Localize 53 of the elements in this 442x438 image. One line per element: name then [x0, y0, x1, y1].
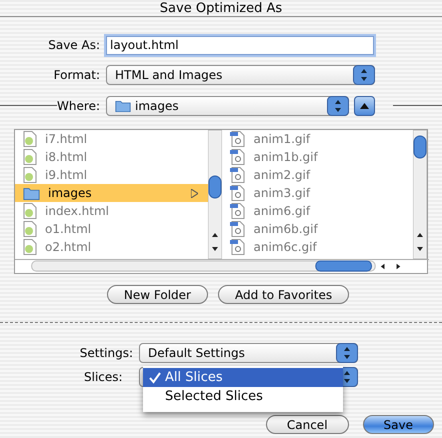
format-label: Format:: [52, 68, 101, 82]
file-item[interactable]: i9.html: [15, 166, 208, 184]
image-document-icon: [230, 203, 246, 219]
stepper-icon: [353, 64, 375, 84]
html-document-icon: [23, 149, 37, 165]
save-as-label: Save As:: [47, 38, 101, 52]
image-document-icon: [230, 149, 246, 165]
where-popup[interactable]: images: [106, 96, 349, 116]
triangle-up-icon: [360, 102, 369, 108]
file-item[interactable]: anim6c.gif: [222, 238, 413, 256]
save-button[interactable]: Save: [362, 415, 434, 434]
html-document-icon: [23, 203, 37, 219]
settings-label: Settings:: [78, 346, 134, 360]
file-item[interactable]: anim1.gif: [222, 130, 413, 148]
folder-icon: [23, 186, 40, 200]
file-item[interactable]: anim3.gif: [222, 184, 413, 202]
html-document-icon: [23, 167, 37, 183]
image-document-icon: [230, 185, 246, 201]
menu-item[interactable]: Selected Slices: [143, 387, 343, 406]
html-document-icon: [23, 239, 37, 255]
file-item[interactable]: anim2.gif: [222, 166, 413, 184]
format-popup[interactable]: HTML and Images: [106, 64, 375, 84]
horizontal-scrollbar[interactable]: [15, 259, 429, 273]
file-item[interactable]: o1.html: [15, 220, 208, 238]
file-item[interactable]: anim1b.gif: [222, 148, 413, 166]
file-item[interactable]: anim6.gif: [222, 202, 413, 220]
window-title: Save Optimized As: [160, 0, 282, 16]
where-label: Where:: [57, 98, 101, 112]
menu-item[interactable]: All Slices: [143, 368, 343, 387]
file-item[interactable]: i7.html: [15, 130, 208, 148]
image-document-icon: [230, 221, 246, 237]
stepper-icon: [336, 343, 358, 363]
file-item[interactable]: i8.html: [15, 148, 208, 166]
collapse-button[interactable]: [354, 96, 375, 116]
new-folder-button[interactable]: New Folder: [106, 285, 208, 304]
file-item[interactable]: index.html: [15, 202, 208, 220]
slices-label: Slices:: [83, 370, 124, 384]
folder-icon: [115, 98, 131, 112]
image-document-icon: [230, 167, 246, 183]
image-document-icon: [230, 239, 246, 255]
file-item[interactable]: o2.html: [15, 238, 208, 256]
scrollbar[interactable]: [208, 130, 222, 259]
stepper-icon: [327, 96, 349, 116]
cancel-button[interactable]: Cancel: [266, 415, 349, 434]
checkmark-icon: [149, 372, 161, 384]
file-item[interactable]: images: [15, 184, 208, 202]
html-document-icon: [23, 221, 37, 237]
file-item[interactable]: anim6b.gif: [222, 220, 413, 238]
add-to-favorites-button[interactable]: Add to Favorites: [218, 285, 350, 304]
disclosure-arrow-icon: [190, 188, 198, 198]
scrollbar[interactable]: [413, 130, 427, 259]
file-name-field[interactable]: layout.html: [106, 36, 374, 54]
settings-popup[interactable]: Default Settings: [139, 343, 358, 363]
